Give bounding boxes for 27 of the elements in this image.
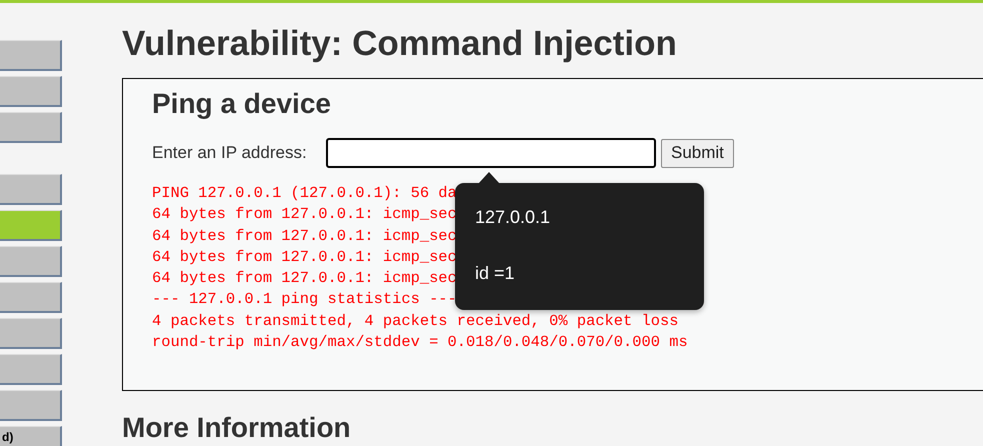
menu-button[interactable]: [0, 40, 62, 71]
output-line: PING 127.0.0.1 (127.0.0.1): 56 da: [152, 183, 457, 204]
tooltip-text: 127.0.0.1: [475, 206, 550, 229]
menu-button[interactable]: [0, 174, 62, 205]
menu-button[interactable]: [0, 282, 62, 313]
output-line: --- 127.0.0.1 ping statistics ---: [152, 289, 457, 310]
menu-button[interactable]: [0, 318, 62, 349]
menu-button[interactable]: [0, 390, 62, 421]
menu-button[interactable]: [0, 354, 62, 385]
output-line: 4 packets transmitted, 4 packets received, 0% packet loss: [152, 310, 678, 332]
menu-button[interactable]: d): [0, 426, 62, 446]
page-title: Vulnerability: Command Injection: [122, 24, 678, 64]
menu-button[interactable]: [0, 246, 62, 277]
menu-button[interactable]: [0, 112, 62, 143]
output-line: 64 bytes from 127.0.0.1: icmp_sec: [152, 246, 457, 268]
output-line: round-trip min/avg/max/stddev = 0.018/0.048/0.070/0.000 ms: [152, 332, 688, 354]
output-line: 64 bytes from 127.0.0.1: icmp_sec: [152, 268, 457, 290]
section-heading: More Information: [122, 413, 352, 443]
tooltip-text: id =1: [475, 262, 515, 285]
section-heading: Ping a device: [152, 87, 332, 121]
menu-button[interactable]: [0, 210, 62, 241]
output-line: 64 bytes from 127.0.0.1: icmp_sec: [152, 204, 457, 226]
submit-button[interactable]: Submit: [661, 138, 734, 168]
field-label: Enter an IP address:: [152, 143, 308, 163]
output-line: 64 bytes from 127.0.0.1: icmp_sec: [152, 226, 457, 247]
ip-address-field[interactable]: [326, 138, 656, 168]
menu-button[interactable]: [0, 76, 62, 107]
